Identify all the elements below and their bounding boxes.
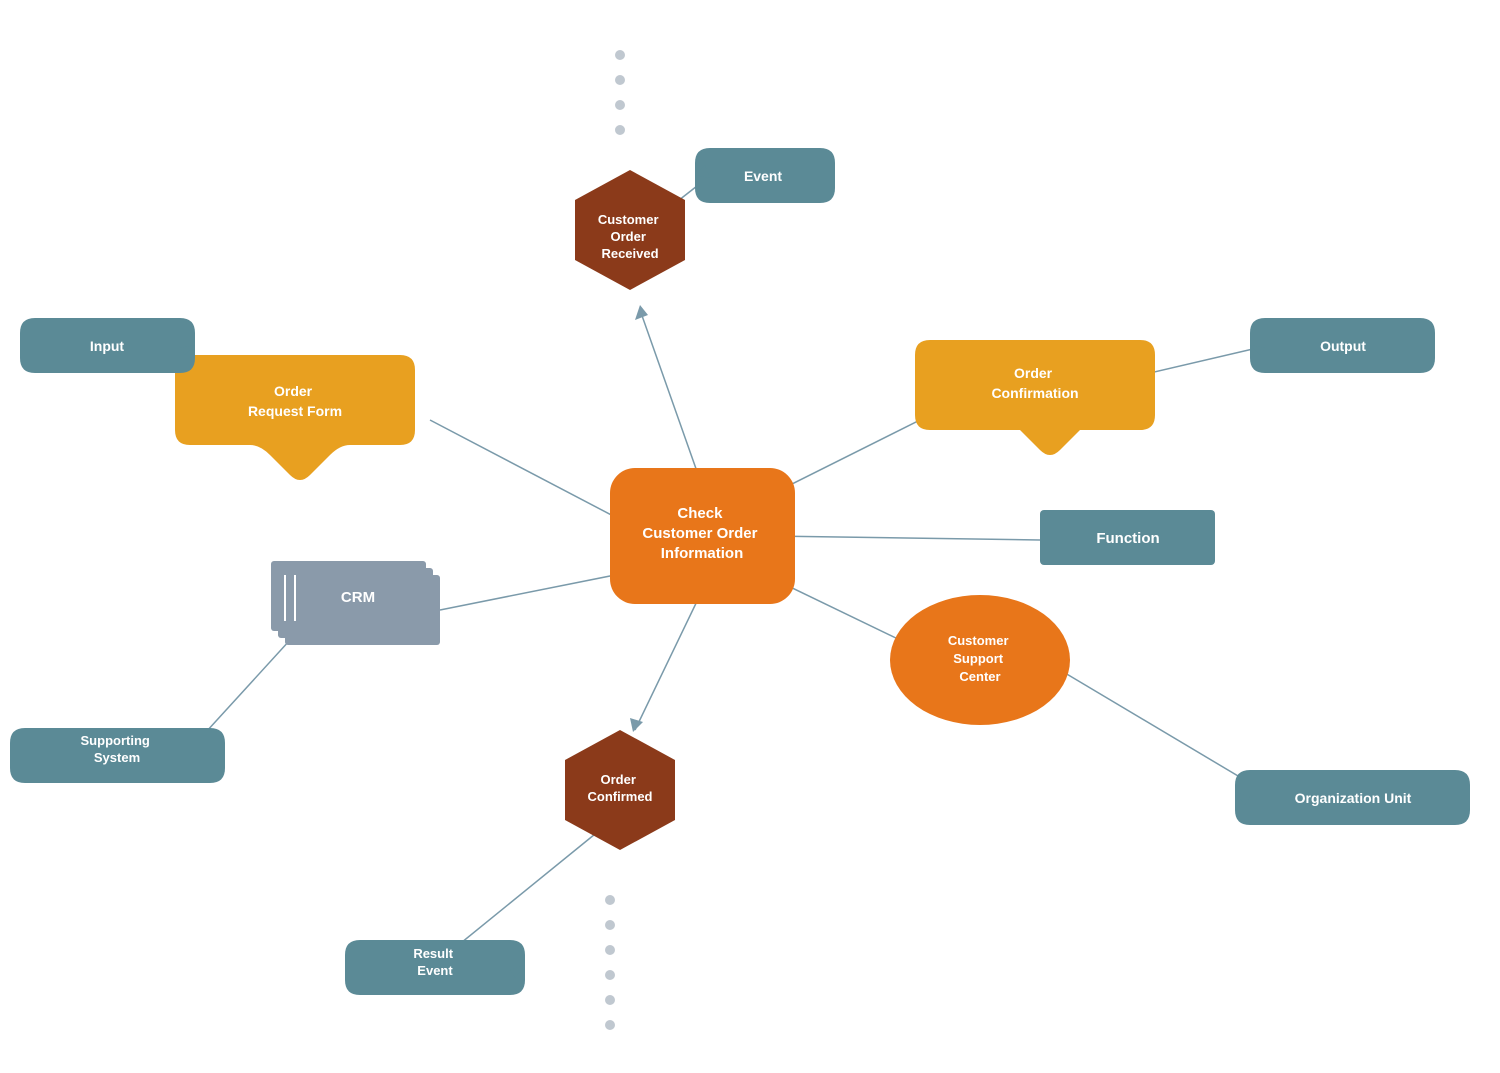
line-center-to-order-confirmed xyxy=(635,595,700,730)
dot-bottom-3 xyxy=(605,945,615,955)
dot-bottom-4 xyxy=(605,970,615,980)
line-center-to-order-received xyxy=(640,310,700,480)
output-label: Output xyxy=(1320,338,1366,354)
dot-top-4 xyxy=(615,125,625,135)
crm-label: CRM xyxy=(341,589,375,606)
input-label: Input xyxy=(90,338,125,354)
line-center-to-function xyxy=(770,536,1040,540)
dot-top-3 xyxy=(615,100,625,110)
organization-unit-label: Organization Unit xyxy=(1295,790,1412,806)
arrow-to-order-received xyxy=(635,305,648,320)
arrow-to-order-confirmed xyxy=(630,718,643,732)
dot-bottom-2 xyxy=(605,920,615,930)
dot-bottom-1 xyxy=(605,895,615,905)
dot-bottom-5 xyxy=(605,995,615,1005)
function-label: Function xyxy=(1096,530,1159,547)
dot-bottom-6 xyxy=(605,1020,615,1030)
dot-top-1 xyxy=(615,50,625,60)
dot-top-2 xyxy=(615,75,625,85)
line-center-to-order-request xyxy=(430,420,640,530)
event-label: Event xyxy=(744,168,782,184)
diagram-canvas: Check Customer Order Information Custome… xyxy=(0,0,1500,1073)
